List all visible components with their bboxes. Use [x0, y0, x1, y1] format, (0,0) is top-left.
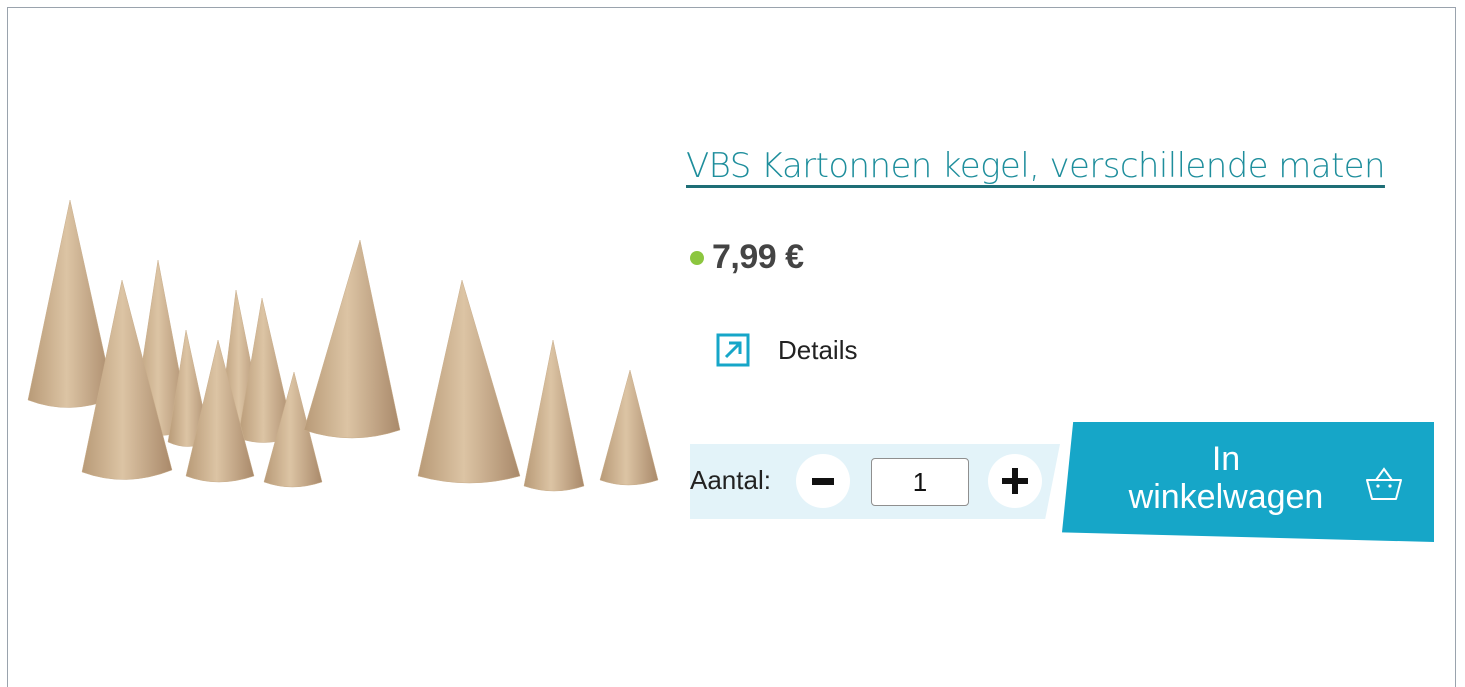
- add-to-cart-label-line2: winkelwagen: [1128, 478, 1324, 516]
- add-to-cart-label: In winkelwagen: [1106, 440, 1346, 516]
- quantity-input[interactable]: [871, 458, 969, 506]
- quantity-label: Aantal:: [690, 465, 771, 495]
- product-price: 7,99 €: [712, 238, 804, 276]
- basket-icon: [1366, 467, 1402, 500]
- minus-icon: [812, 477, 834, 485]
- plus-icon: [1002, 468, 1028, 494]
- availability-dot-icon: [690, 250, 704, 265]
- price-row: 7,99 €: [690, 238, 804, 277]
- product-title-link[interactable]: VBS Kartonnen kegel, verschillende maten: [686, 146, 1386, 186]
- add-to-cart-label-line1: In: [1211, 440, 1241, 478]
- details-label: Details: [778, 334, 858, 365]
- details-link[interactable]: Details: [716, 333, 857, 367]
- decrease-quantity-button[interactable]: [796, 454, 850, 508]
- product-image: [27, 199, 659, 492]
- increase-quantity-button[interactable]: [988, 454, 1042, 508]
- external-arrow-icon: [716, 333, 750, 367]
- add-to-cart-button[interactable]: In winkelwagen: [1062, 422, 1434, 542]
